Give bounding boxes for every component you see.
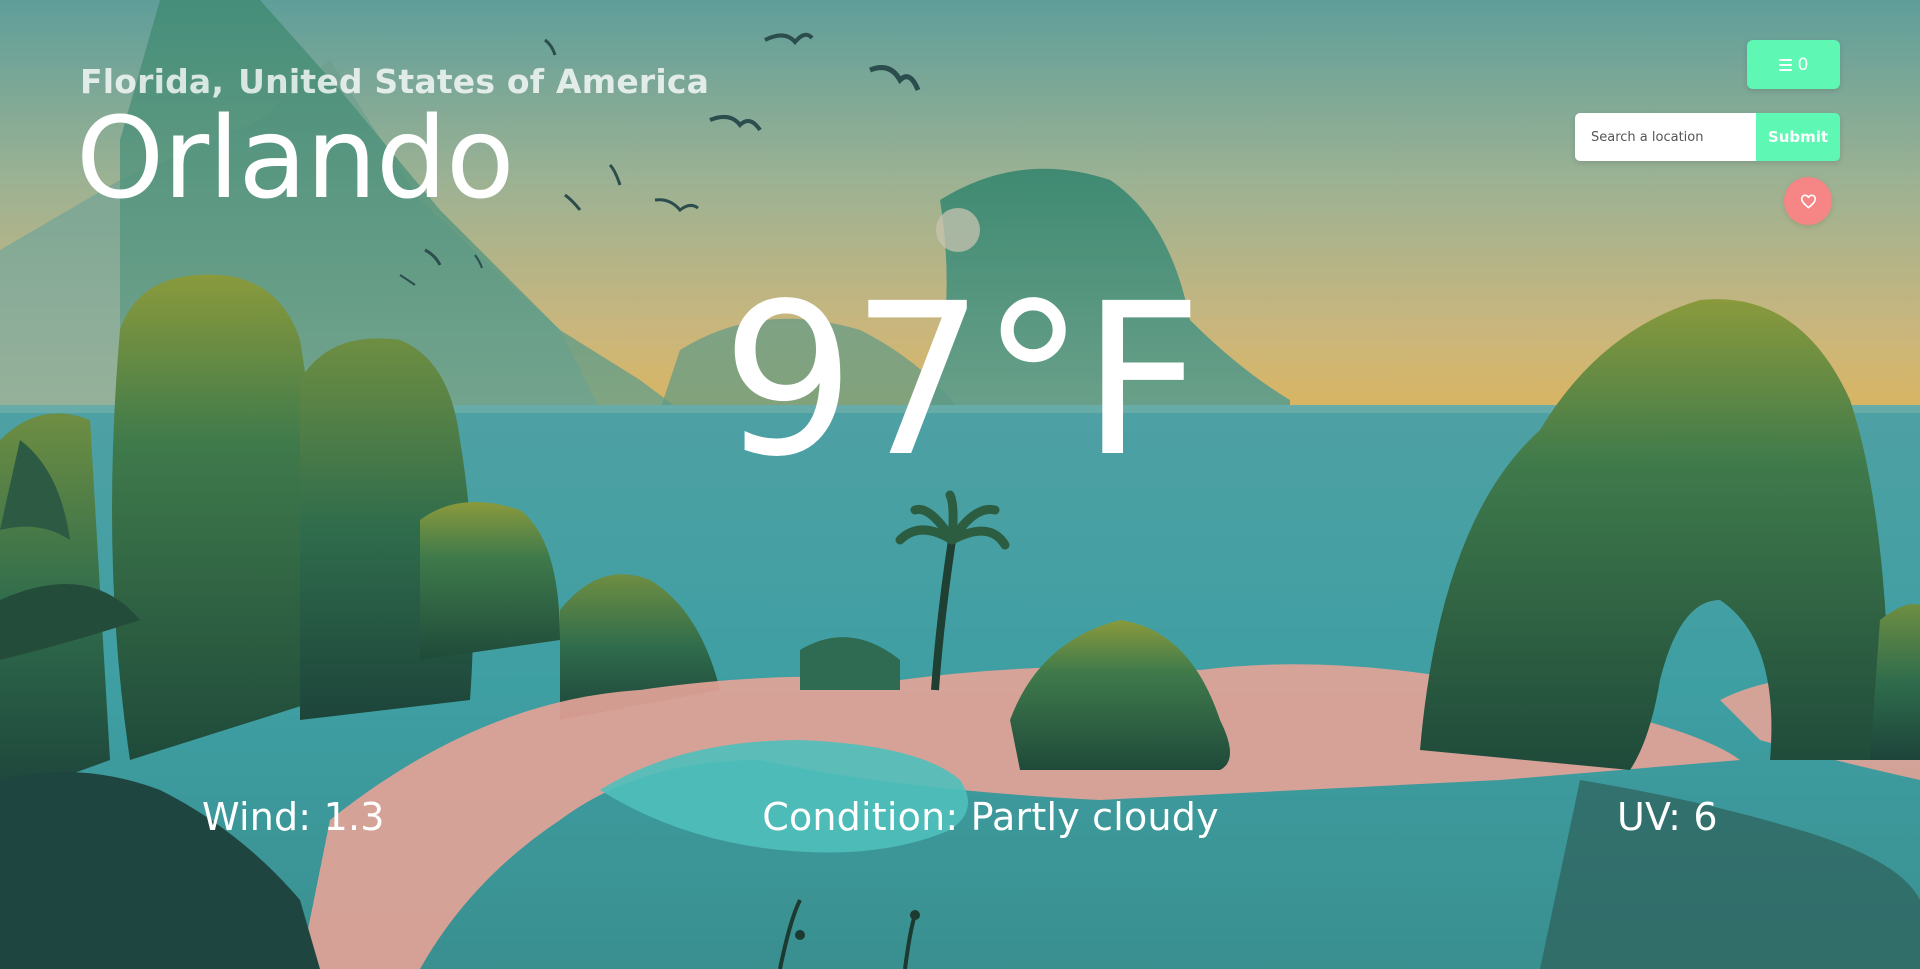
submit-button[interactable]: Submit <box>1756 113 1840 161</box>
heart-icon <box>1800 194 1816 208</box>
city-name: Orlando <box>76 94 515 224</box>
temperature-value: 97°F <box>721 258 1202 503</box>
weather-page: Florida, United States of America Orlando… <box>0 0 1920 969</box>
uv-stat: UV: 6 <box>1617 795 1718 839</box>
saved-locations-button[interactable]: 0 <box>1747 40 1840 89</box>
favorite-button[interactable] <box>1784 177 1832 225</box>
saved-locations-count: 0 <box>1797 54 1809 75</box>
search-form: Submit <box>1575 113 1840 161</box>
list-icon <box>1778 58 1792 71</box>
search-input[interactable] <box>1575 113 1756 161</box>
